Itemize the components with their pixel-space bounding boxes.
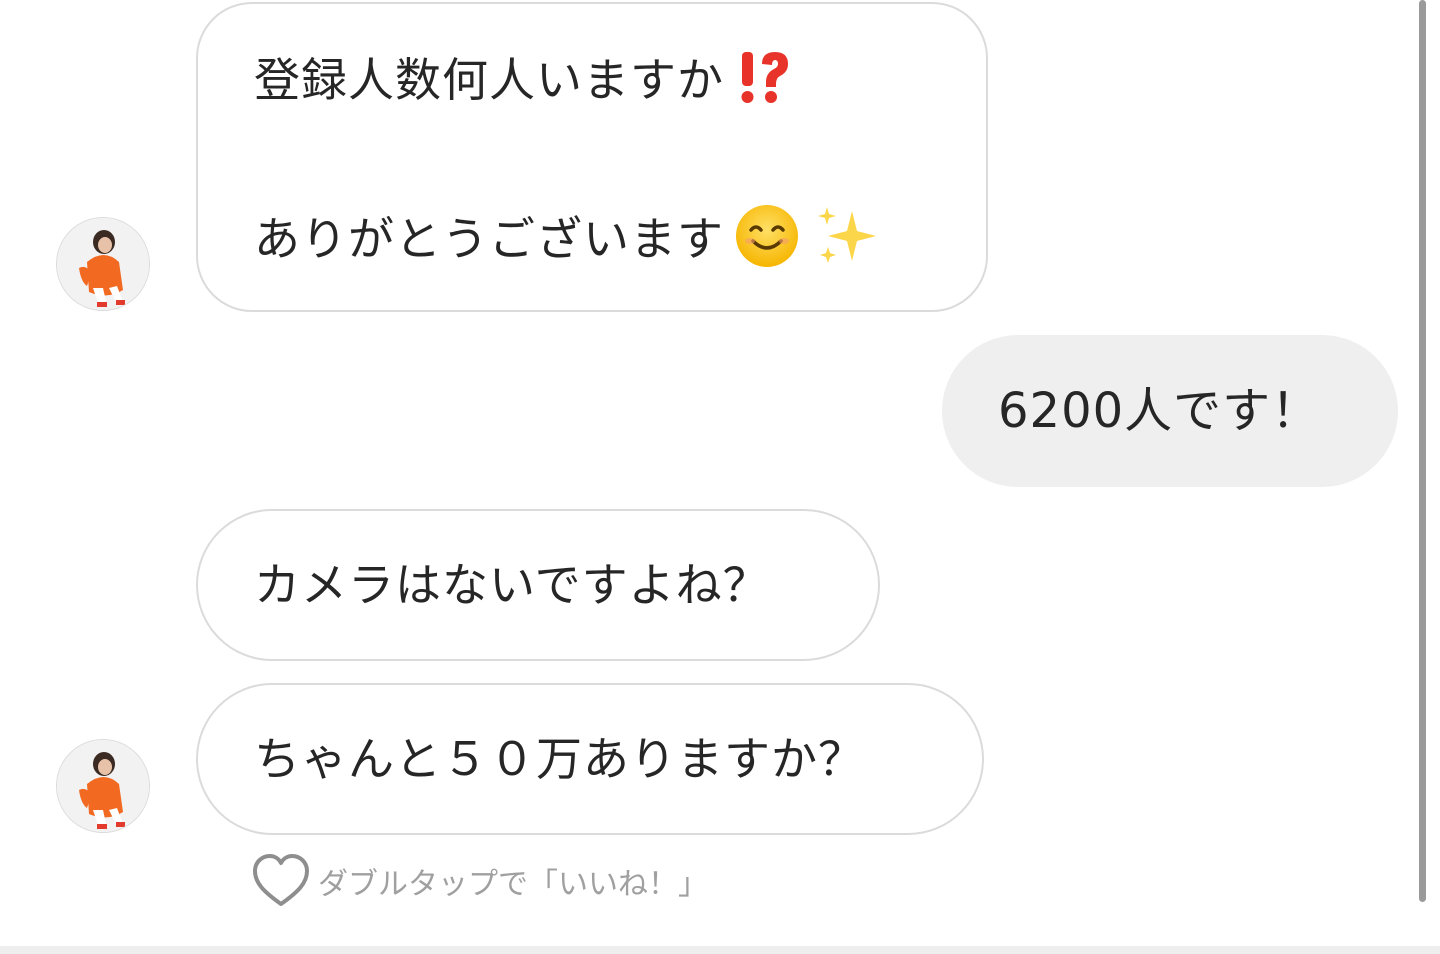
message-line: カメラはないですよね？ [254, 555, 770, 615]
smiling-face-icon [734, 203, 800, 276]
incoming-message-bubble[interactable]: 登録人数何人いますか ありがとうございます [196, 2, 988, 312]
avatar[interactable] [56, 217, 150, 311]
message-line: 6200人です！ [998, 381, 1320, 441]
message-line: ちゃんと５０万ありますか？ [254, 729, 865, 789]
exclamation-question-icon [732, 46, 794, 115]
message-text: 登録人数何人いますか [254, 53, 724, 107]
message-text: 6200人です！ [998, 383, 1321, 439]
chat-thread: 登録人数何人いますか ありがとうございます 6200人です！ カメラはないですよ… [0, 0, 1440, 954]
incoming-message-bubble[interactable]: カメラはないですよね？ [196, 509, 880, 661]
scrollbar[interactable] [1419, 0, 1426, 902]
message-line: 登録人数何人いますか [254, 50, 794, 110]
like-hint-text: ダブルタップで「いいね！」 [318, 867, 708, 902]
avatar[interactable] [56, 739, 150, 833]
avatar-image [57, 740, 149, 832]
message-text: ありがとうございます [254, 212, 724, 266]
message-text: ちゃんと５０万ありますか？ [254, 732, 865, 786]
message-line: ありがとうございます [254, 204, 880, 272]
incoming-message-bubble[interactable]: ちゃんと５０万ありますか？ [196, 683, 984, 835]
bottom-divider [0, 946, 1440, 954]
sparkles-icon [814, 203, 880, 276]
heart-outline-icon[interactable] [250, 852, 312, 910]
outgoing-message-bubble[interactable]: 6200人です！ [942, 335, 1398, 487]
message-text: カメラはないですよね？ [254, 558, 770, 612]
double-tap-like-hint[interactable]: ダブルタップで「いいね！」 [250, 852, 708, 910]
avatar-image [57, 218, 149, 310]
